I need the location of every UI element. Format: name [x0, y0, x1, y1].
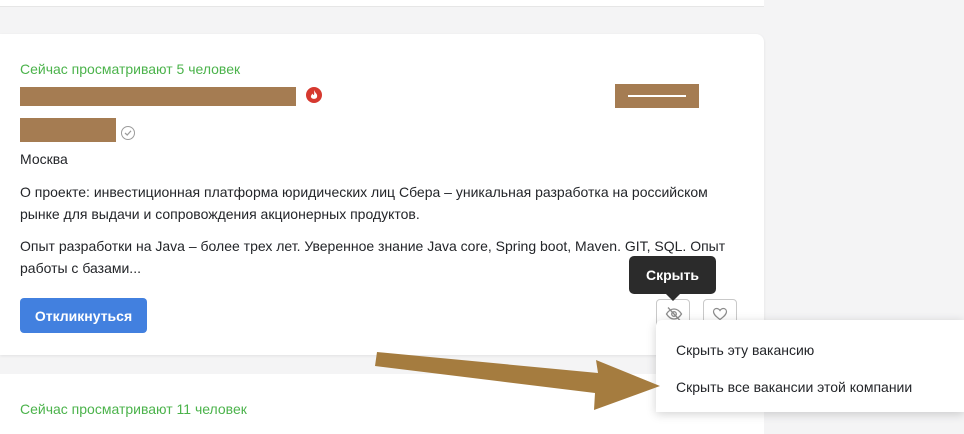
viewers-count: Сейчас просматривают 5 человек — [20, 61, 241, 77]
employer-logo-redacted — [615, 84, 699, 108]
hide-tooltip: Скрыть — [629, 256, 716, 294]
next-viewers-count: Сейчас просматривают 11 человек — [20, 401, 247, 417]
hide-tooltip-arrow — [666, 294, 680, 301]
vacancy-description-project: О проекте: инвестиционная платформа юрид… — [20, 184, 708, 222]
respond-button[interactable]: Откликнуться — [20, 298, 147, 333]
vacancy-title-redacted[interactable] — [20, 87, 296, 106]
vacancy-city: Москва — [20, 151, 68, 167]
menu-item-hide-vacancy[interactable]: Скрыть эту вакансию — [676, 342, 814, 358]
company-name-redacted[interactable] — [20, 118, 116, 142]
hot-vacancy-icon — [306, 87, 322, 103]
menu-item-hide-company-vacancies[interactable]: Скрыть все вакансии этой компании — [676, 379, 912, 395]
hide-dropdown-menu: Скрыть эту вакансию Скрыть все вакансии … — [656, 320, 964, 412]
verified-check-icon — [121, 126, 135, 140]
previous-vacancy-card — [0, 0, 764, 7]
